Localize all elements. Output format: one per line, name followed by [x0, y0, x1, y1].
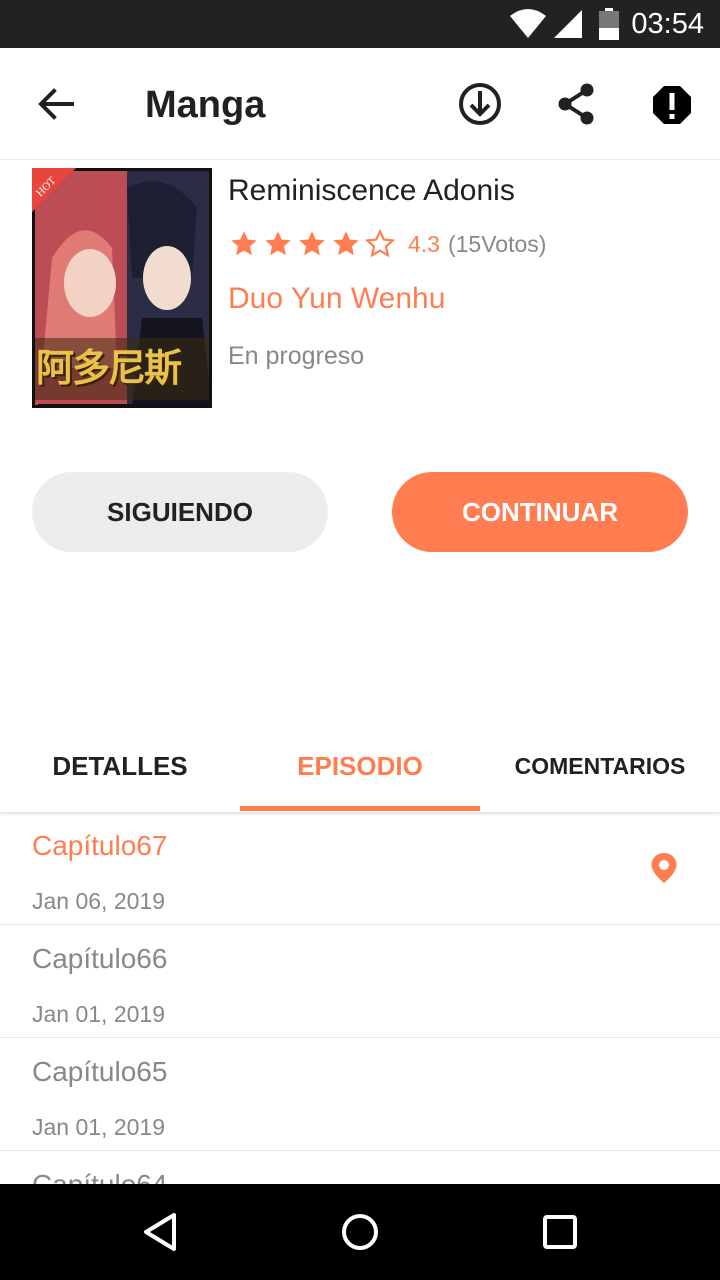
star-filled-icon — [265, 231, 291, 256]
circle-home-icon — [342, 1214, 378, 1250]
download-button[interactable] — [454, 78, 506, 130]
download-icon — [459, 83, 501, 125]
chapter-date: Jan 01, 2019 — [32, 1001, 166, 1027]
tab-bar: DETALLES EPISODIO COMENTARIOS — [0, 720, 720, 812]
rating-value: 4.3 — [408, 230, 440, 257]
cover-title-text: 阿多尼斯 — [36, 345, 182, 390]
chapter-row[interactable]: Capítulo67 Jan 06, 2019 — [0, 812, 720, 925]
battery-icon — [599, 8, 619, 40]
page-title: Manga — [145, 84, 266, 126]
chapter-row[interactable]: Capítulo65 Jan 01, 2019 — [0, 1038, 720, 1151]
chapter-date: Jan 06, 2019 — [32, 888, 166, 914]
chapter-name: Capítulo65 — [32, 1056, 168, 1087]
follow-button[interactable]: SIGUIENDO — [32, 472, 328, 552]
location-pin-icon — [651, 853, 677, 883]
chapter-row[interactable]: Capítulo64 — [0, 1151, 720, 1184]
nav-recents-button[interactable] — [536, 1208, 584, 1256]
nav-home-button[interactable] — [336, 1208, 384, 1256]
back-arrow-icon — [38, 88, 74, 120]
author-link[interactable]: Duo Yun Wenhu — [228, 282, 445, 316]
app-bar: Manga — [0, 48, 720, 160]
nav-back-button[interactable] — [136, 1208, 184, 1256]
signal-icon — [554, 10, 582, 38]
active-tab-indicator — [240, 806, 480, 811]
chapter-list[interactable]: Capítulo67 Jan 06, 2019 Capítulo66 Jan 0… — [0, 812, 720, 1184]
publication-status: En progreso — [228, 342, 365, 370]
chapter-date: Jan 01, 2019 — [32, 1114, 166, 1140]
rating-stars — [228, 228, 398, 260]
tab-details[interactable]: DETALLES — [0, 720, 240, 812]
star-filled-icon — [333, 231, 359, 256]
rating-row: 4.3 (15Votos) — [228, 228, 546, 260]
system-nav-bar — [0, 1184, 720, 1280]
star-filled-icon — [299, 231, 325, 256]
manga-title: Reminiscence Adonis — [228, 174, 515, 207]
tab-comments[interactable]: COMENTARIOS — [480, 720, 720, 812]
status-bar: 03:54 — [0, 0, 720, 48]
report-icon — [653, 86, 691, 124]
star-filled-icon — [231, 231, 257, 256]
share-icon — [558, 83, 594, 125]
chapter-name: Capítulo64 — [32, 1169, 167, 1184]
continue-reading-button[interactable]: CONTINUAR — [392, 472, 688, 552]
wifi-icon — [510, 9, 546, 38]
report-button[interactable] — [646, 78, 698, 130]
chapter-name: Capítulo66 — [32, 943, 168, 974]
square-recents-icon — [543, 1215, 577, 1249]
votes-count: (15Votos) — [447, 230, 547, 257]
triangle-back-icon — [144, 1213, 176, 1251]
share-button[interactable] — [550, 78, 602, 130]
chapter-name: Capítulo67 — [32, 830, 168, 861]
back-button[interactable] — [28, 76, 84, 132]
manga-cover[interactable]: HOT 阿多尼斯 — [32, 168, 212, 408]
star-outline-icon — [364, 228, 396, 258]
status-time: 03:54 — [631, 8, 704, 40]
tab-episodes[interactable]: EPISODIO — [240, 720, 480, 812]
chapter-row[interactable]: Capítulo66 Jan 01, 2019 — [0, 925, 720, 1038]
